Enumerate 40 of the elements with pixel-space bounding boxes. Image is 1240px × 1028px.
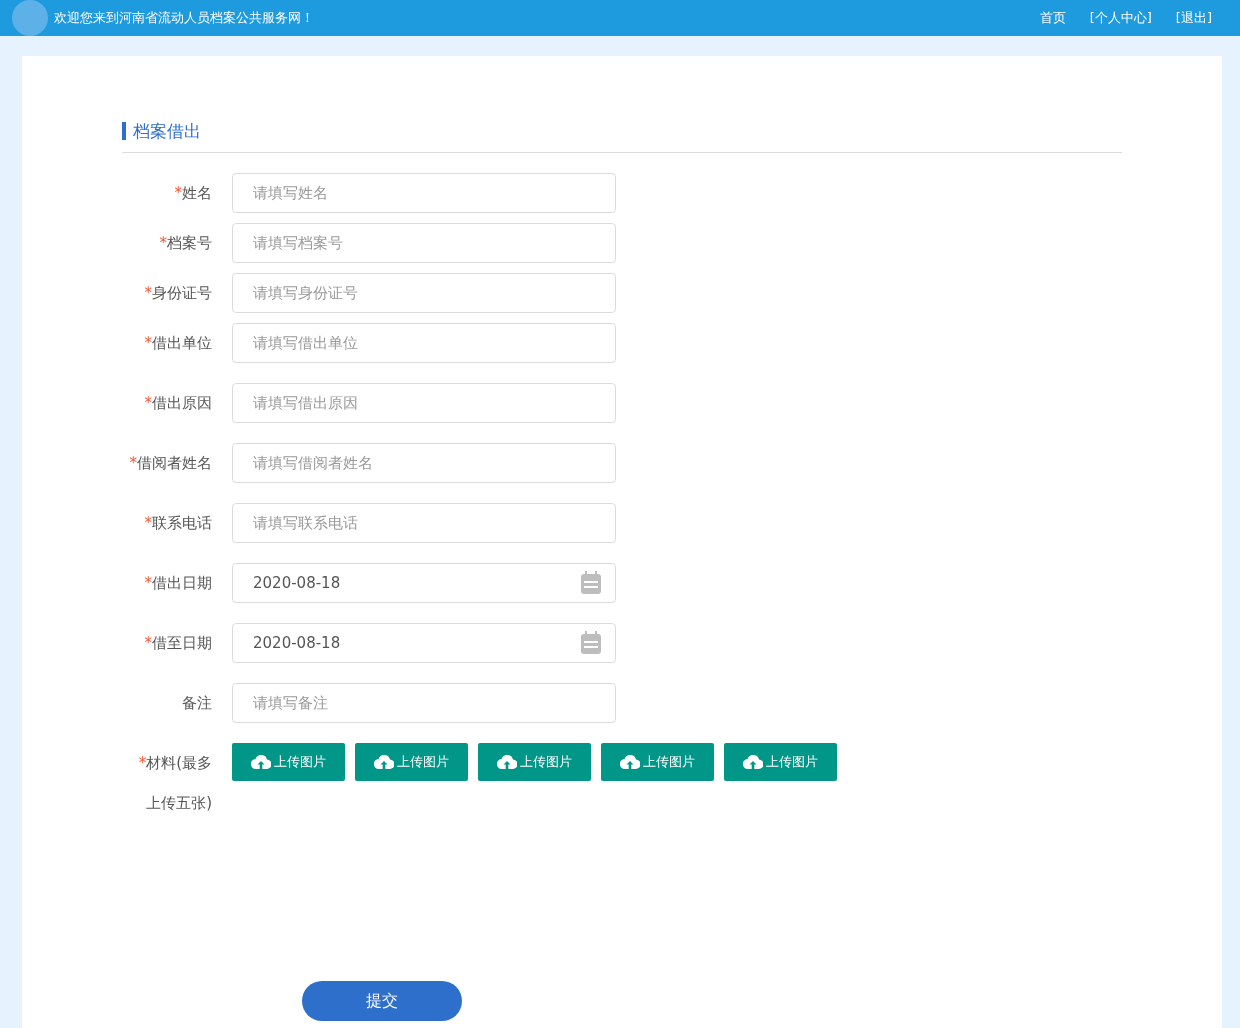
field-label: *借阅者姓名 [128, 453, 212, 473]
field-label: *档案号 [158, 233, 212, 253]
field-label: *借出原因 [143, 393, 212, 413]
upload-button[interactable]: 上传图片 [601, 743, 714, 781]
input-field[interactable]: 请填写借出单位 [232, 323, 616, 363]
cloud-upload-icon [251, 755, 271, 769]
calendar-icon[interactable] [580, 631, 602, 655]
input-field[interactable]: 请填写联系电话 [232, 503, 616, 543]
field-label: *借出单位 [143, 333, 212, 353]
nav-link[interactable]: [退出] [1175, 9, 1212, 27]
field-label: *借至日期 [143, 633, 212, 653]
calendar-icon[interactable] [580, 571, 602, 595]
date-field[interactable]: 2020-08-18 [232, 563, 616, 603]
field-label: *姓名 [173, 183, 212, 203]
cloud-upload-icon [743, 755, 763, 769]
section-title: 档案借出 [122, 122, 1122, 140]
field-label: 备注 [181, 693, 212, 713]
welcome-text: 欢迎您来到河南省流动人员档案公共服务网！ [54, 9, 314, 27]
field-label: *借出日期 [143, 573, 212, 593]
upload-button[interactable]: 上传图片 [232, 743, 345, 781]
cloud-upload-icon [497, 755, 517, 769]
cloud-upload-icon [374, 755, 394, 769]
input-field[interactable]: 请填写借阅者姓名 [232, 443, 616, 483]
input-field[interactable]: 请填写备注 [232, 683, 616, 723]
input-field[interactable]: 请填写身份证号 [232, 273, 616, 313]
logo-icon [12, 0, 48, 36]
upload-button[interactable]: 上传图片 [355, 743, 468, 781]
upload-button[interactable]: 上传图片 [478, 743, 591, 781]
field-label: *联系电话 [143, 513, 212, 533]
nav-link[interactable]: [个人中心] [1089, 9, 1152, 27]
field-label: *身份证号 [143, 283, 212, 303]
cloud-upload-icon [620, 755, 640, 769]
upload-button[interactable]: 上传图片 [724, 743, 837, 781]
input-field[interactable]: 请填写姓名 [232, 173, 616, 213]
input-field[interactable]: 请填写借出原因 [232, 383, 616, 423]
nav-link[interactable]: 首页 [1039, 9, 1066, 27]
submit-button[interactable]: 提交 [302, 981, 462, 1021]
date-field[interactable]: 2020-08-18 [232, 623, 616, 663]
input-field[interactable]: 请填写档案号 [232, 223, 616, 263]
field-label: *材料(最多上传五张) [137, 753, 212, 814]
